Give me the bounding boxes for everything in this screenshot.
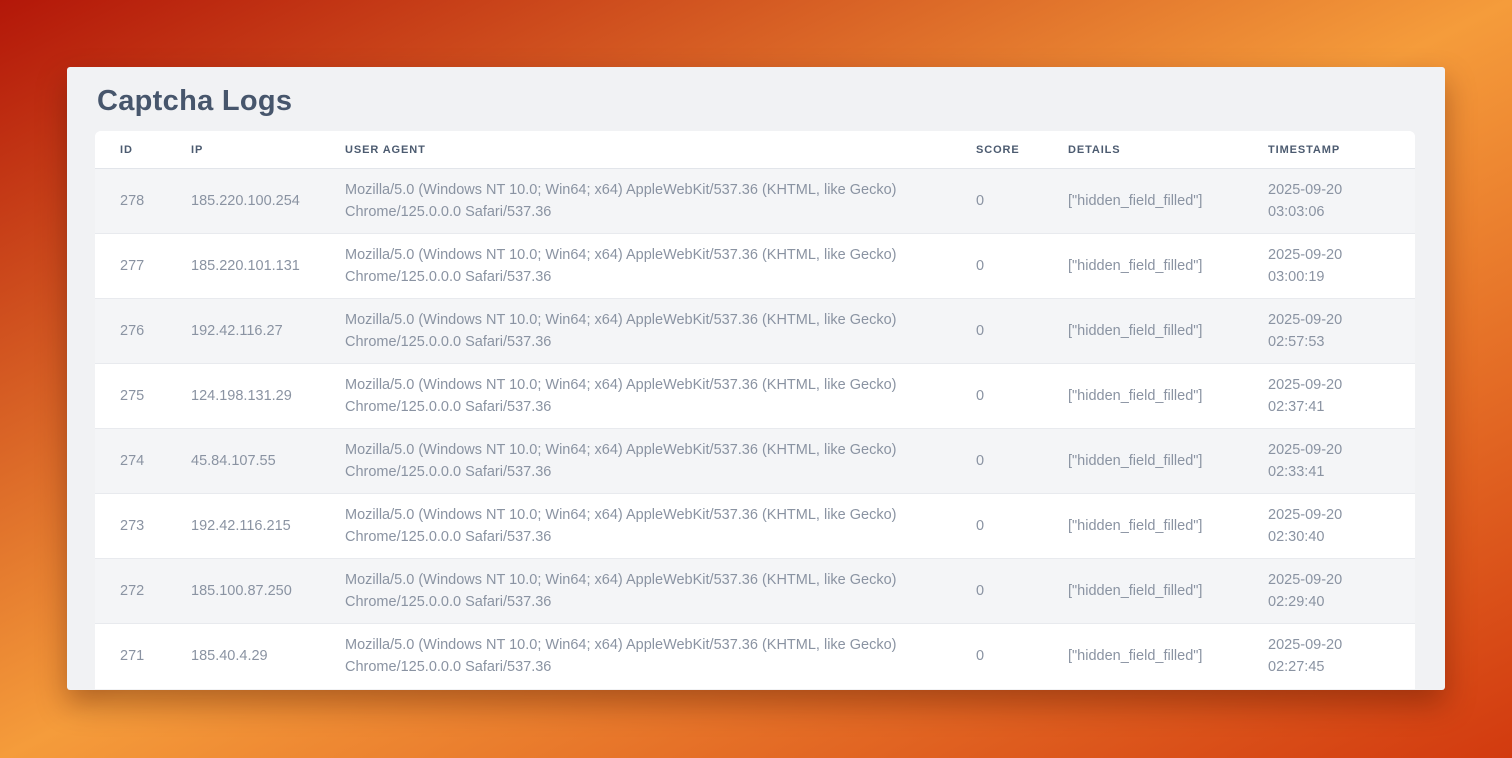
- cell-score: 0: [951, 364, 1043, 429]
- cell-ip: 124.198.131.29: [166, 364, 320, 429]
- cell-user-agent: Mozilla/5.0 (Windows NT 10.0; Win64; x64…: [320, 234, 951, 299]
- cell-ip: 185.100.87.250: [166, 559, 320, 624]
- table-row: 271185.40.4.29Mozilla/5.0 (Windows NT 10…: [95, 624, 1415, 689]
- cell-user-agent: Mozilla/5.0 (Windows NT 10.0; Win64; x64…: [320, 494, 951, 559]
- cell-details: ["hidden_field_filled"]: [1043, 234, 1243, 299]
- cell-score: 0: [951, 494, 1043, 559]
- cell-timestamp: 2025-09-20 02:57:53: [1243, 299, 1415, 364]
- table-row: 277185.220.101.131Mozilla/5.0 (Windows N…: [95, 234, 1415, 299]
- page-background: { "page": { "title": "Captcha Logs" }, "…: [0, 0, 1512, 758]
- cell-ip: 185.220.101.131: [166, 234, 320, 299]
- table-row: 273192.42.116.215Mozilla/5.0 (Windows NT…: [95, 494, 1415, 559]
- cell-user-agent: Mozilla/5.0 (Windows NT 10.0; Win64; x64…: [320, 429, 951, 494]
- cell-timestamp: 2025-09-20 02:37:41: [1243, 364, 1415, 429]
- cell-timestamp: 2025-09-20 02:33:41: [1243, 429, 1415, 494]
- cell-details: ["hidden_field_filled"]: [1043, 299, 1243, 364]
- cell-details: ["hidden_field_filled"]: [1043, 364, 1243, 429]
- cell-ip: 192.42.116.215: [166, 494, 320, 559]
- cell-ip: 185.220.100.254: [166, 169, 320, 234]
- cell-id: 277: [95, 234, 166, 299]
- cell-timestamp: 2025-09-20 02:30:40: [1243, 494, 1415, 559]
- cell-user-agent: Mozilla/5.0 (Windows NT 10.0; Win64; x64…: [320, 559, 951, 624]
- cell-id: 275: [95, 364, 166, 429]
- column-header-id: ID: [95, 131, 166, 169]
- cell-id: 271: [95, 624, 166, 689]
- page-title: Captcha Logs: [95, 67, 1417, 131]
- cell-details: ["hidden_field_filled"]: [1043, 169, 1243, 234]
- cell-id: 273: [95, 494, 166, 559]
- cell-user-agent: Mozilla/5.0 (Windows NT 10.0; Win64; x64…: [320, 624, 951, 689]
- column-header-score: SCORE: [951, 131, 1043, 169]
- table-row: 276192.42.116.27Mozilla/5.0 (Windows NT …: [95, 299, 1415, 364]
- log-table-body: 278185.220.100.254Mozilla/5.0 (Windows N…: [95, 169, 1415, 689]
- column-header-details: DETAILS: [1043, 131, 1243, 169]
- table-row: 278185.220.100.254Mozilla/5.0 (Windows N…: [95, 169, 1415, 234]
- table-row: 272185.100.87.250Mozilla/5.0 (Windows NT…: [95, 559, 1415, 624]
- cell-details: ["hidden_field_filled"]: [1043, 494, 1243, 559]
- table-header: ID IP USER AGENT SCORE DETAILS TIMESTAMP: [95, 131, 1415, 169]
- table-row: 27445.84.107.55Mozilla/5.0 (Windows NT 1…: [95, 429, 1415, 494]
- cell-user-agent: Mozilla/5.0 (Windows NT 10.0; Win64; x64…: [320, 169, 951, 234]
- cell-id: 272: [95, 559, 166, 624]
- table-row: 275124.198.131.29Mozilla/5.0 (Windows NT…: [95, 364, 1415, 429]
- cell-id: 278: [95, 169, 166, 234]
- cell-user-agent: Mozilla/5.0 (Windows NT 10.0; Win64; x64…: [320, 299, 951, 364]
- cell-score: 0: [951, 299, 1043, 364]
- cell-ip: 45.84.107.55: [166, 429, 320, 494]
- table-header-row: ID IP USER AGENT SCORE DETAILS TIMESTAMP: [95, 131, 1415, 169]
- cell-score: 0: [951, 169, 1043, 234]
- cell-id: 276: [95, 299, 166, 364]
- column-header-user-agent: USER AGENT: [320, 131, 951, 169]
- cell-score: 0: [951, 429, 1043, 494]
- cell-ip: 185.40.4.29: [166, 624, 320, 689]
- cell-timestamp: 2025-09-20 02:29:40: [1243, 559, 1415, 624]
- cell-score: 0: [951, 624, 1043, 689]
- cell-details: ["hidden_field_filled"]: [1043, 429, 1243, 494]
- cell-id: 274: [95, 429, 166, 494]
- cell-timestamp: 2025-09-20 03:00:19: [1243, 234, 1415, 299]
- cell-timestamp: 2025-09-20 03:03:06: [1243, 169, 1415, 234]
- cell-ip: 192.42.116.27: [166, 299, 320, 364]
- cell-details: ["hidden_field_filled"]: [1043, 624, 1243, 689]
- cell-timestamp: 2025-09-20 02:27:45: [1243, 624, 1415, 689]
- cell-details: ["hidden_field_filled"]: [1043, 559, 1243, 624]
- captcha-logs-card: Captcha Logs ID IP USER AGENT SCORE DETA…: [67, 67, 1445, 690]
- captcha-logs-table: ID IP USER AGENT SCORE DETAILS TIMESTAMP…: [95, 131, 1415, 689]
- cell-user-agent: Mozilla/5.0 (Windows NT 10.0; Win64; x64…: [320, 364, 951, 429]
- cell-score: 0: [951, 559, 1043, 624]
- cell-score: 0: [951, 234, 1043, 299]
- column-header-timestamp: TIMESTAMP: [1243, 131, 1415, 169]
- column-header-ip: IP: [166, 131, 320, 169]
